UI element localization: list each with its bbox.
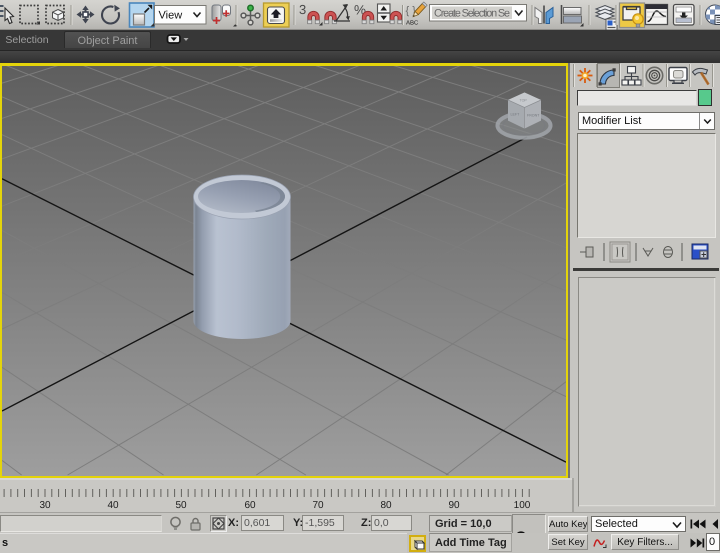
svg-text:40: 40 xyxy=(107,500,119,511)
svg-text:50: 50 xyxy=(175,500,187,511)
svg-text:30: 30 xyxy=(39,500,51,511)
svg-text:LEFT: LEFT xyxy=(511,113,521,117)
svg-text:100: 100 xyxy=(514,500,531,511)
svg-text:60: 60 xyxy=(244,500,256,511)
svg-text:FRONT: FRONT xyxy=(527,114,540,118)
svg-text:80: 80 xyxy=(380,500,392,511)
svg-text:View: View xyxy=(159,10,183,22)
svg-text:ABC: ABC xyxy=(406,20,419,27)
svg-text:3: 3 xyxy=(299,2,306,17)
svg-text:90: 90 xyxy=(448,500,460,511)
svg-text:70: 70 xyxy=(312,500,324,511)
svg-text:Create Selection Se: Create Selection Se xyxy=(434,8,510,20)
svg-text:TOP: TOP xyxy=(520,99,528,103)
